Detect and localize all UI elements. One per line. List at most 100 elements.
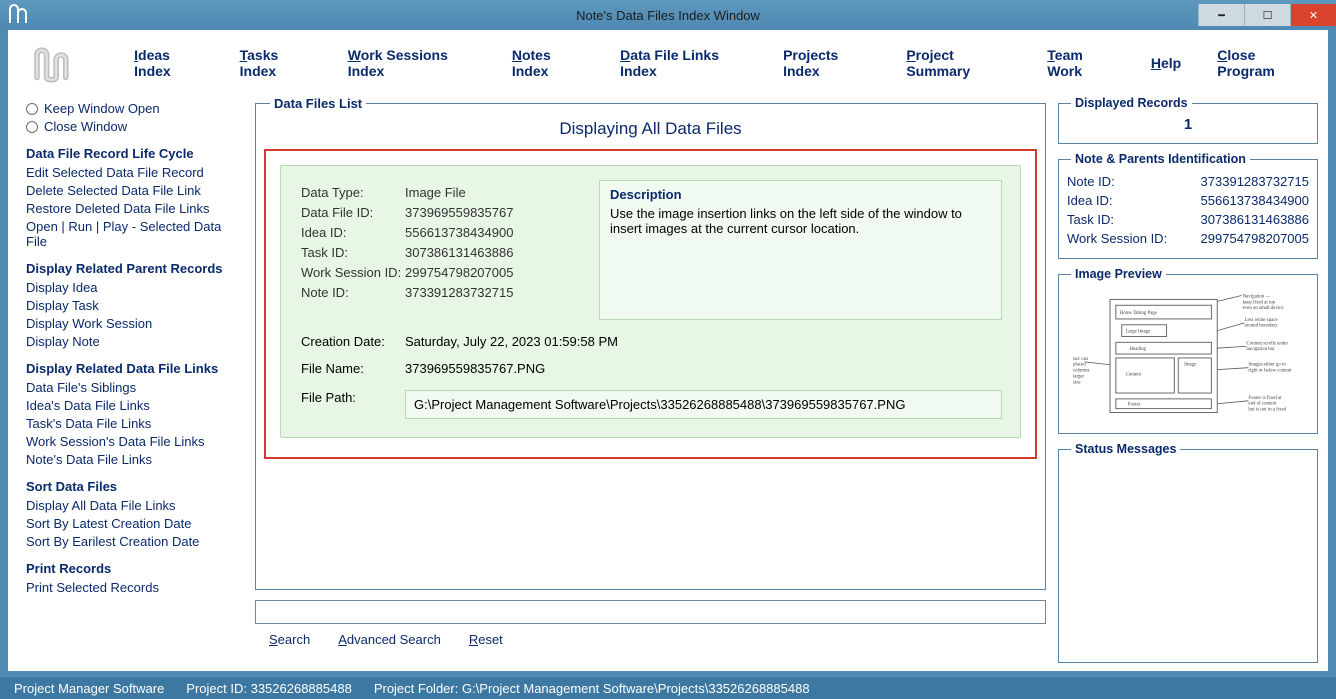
svg-text:Image: Image (1184, 363, 1196, 368)
sidebar-heading-related-links: Display Related Data File Links (26, 361, 239, 376)
svg-text:Footer: Footer (1128, 403, 1141, 408)
menu-team-work[interactable]: Team Work (1047, 47, 1115, 79)
main-menu: Ideas Index Tasks Index Work Sessions In… (8, 30, 1328, 96)
ident-ws-label: Work Session ID: (1067, 231, 1167, 246)
value-idea-id: 556613738434900 (405, 225, 513, 240)
image-preview: Navigation —keep fixed at topeven on sma… (1067, 285, 1309, 425)
menu-ideas-index[interactable]: Ideas Index (134, 47, 204, 79)
radio-keep-window-open[interactable]: Keep Window Open (26, 101, 239, 116)
description-text: Use the image insertion links on the lef… (610, 206, 991, 236)
link-open-run-play[interactable]: Open | Run | Play - Selected Data File (26, 219, 239, 249)
svg-text:Footer is fixed at: Footer is fixed at (1248, 396, 1282, 401)
search-link[interactable]: Search (269, 632, 310, 647)
status-app-name: Project Manager Software (14, 681, 164, 696)
selected-record-highlight: Data Type:Image File Data File ID:373969… (264, 149, 1037, 459)
link-notes-links[interactable]: Note's Data File Links (26, 452, 239, 467)
link-sort-latest[interactable]: Sort By Latest Creation Date (26, 516, 239, 531)
menu-tasks-index[interactable]: Tasks Index (240, 47, 312, 79)
svg-text:Large Image: Large Image (1126, 330, 1151, 335)
ident-idea-label: Idea ID: (1067, 193, 1113, 208)
ident-note-label: Note ID: (1067, 174, 1115, 189)
svg-text:even on small device: even on small device (1243, 306, 1284, 311)
data-file-record[interactable]: Data Type:Image File Data File ID:373969… (280, 165, 1021, 438)
status-bar: Project Manager Software Project ID: 335… (0, 677, 1336, 699)
value-data-file-id: 373969559835767 (405, 205, 513, 220)
maximize-button[interactable]: ☐ (1244, 4, 1290, 26)
displayed-records-fieldset: Displayed Records 1 (1058, 96, 1318, 144)
svg-text:Content: Content (1126, 372, 1142, 377)
sidebar-heading-sort: Sort Data Files (26, 479, 239, 494)
link-display-idea[interactable]: Display Idea (26, 280, 239, 295)
app-logo (28, 36, 78, 91)
svg-text:but is not in a fixed: but is not in a fixed (1248, 408, 1286, 413)
radio-icon (26, 103, 38, 115)
titlebar: Note's Data Files Index Window ━ ☐ ✕ (0, 0, 1336, 30)
link-display-all[interactable]: Display All Data File Links (26, 498, 239, 513)
identification-fieldset: Note & Parents Identification Note ID:37… (1058, 152, 1318, 259)
menu-close-program[interactable]: Close Program (1217, 47, 1308, 79)
link-restore-links[interactable]: Restore Deleted Data File Links (26, 201, 239, 216)
sidebar-heading-print: Print Records (26, 561, 239, 576)
svg-text:keep fixed at top: keep fixed at top (1243, 300, 1276, 305)
description-heading: Description (610, 187, 991, 202)
status-messages-legend: Status Messages (1071, 442, 1180, 456)
ident-idea-value: 556613738434900 (1201, 193, 1309, 208)
right-panel: Displayed Records 1 Note & Parents Ident… (1058, 96, 1318, 663)
svg-text:Less white space: Less white space (1245, 318, 1278, 323)
svg-text:Home Tabing Page: Home Tabing Page (1120, 311, 1157, 316)
svg-text:placed: placed (1073, 363, 1086, 368)
svg-text:Images either go to: Images either go to (1248, 363, 1286, 368)
link-ideas-links[interactable]: Idea's Data File Links (26, 398, 239, 413)
menu-notes-index[interactable]: Notes Index (512, 47, 584, 79)
menu-work-sessions-index[interactable]: Work Sessions Index (348, 47, 476, 79)
ident-task-label: Task ID: (1067, 212, 1114, 227)
menu-help[interactable]: Help (1151, 55, 1181, 71)
status-messages-fieldset: Status Messages (1058, 442, 1318, 663)
advanced-search-link[interactable]: Advanced Search (338, 632, 441, 647)
svg-text:columns: columns (1073, 369, 1090, 374)
search-input[interactable] (255, 600, 1046, 624)
data-files-list-fieldset: Data Files List Displaying All Data File… (255, 96, 1046, 590)
window-title: Note's Data Files Index Window (0, 8, 1336, 23)
radio-close-window[interactable]: Close Window (26, 119, 239, 134)
link-display-task[interactable]: Display Task (26, 298, 239, 313)
link-display-note[interactable]: Display Note (26, 334, 239, 349)
svg-text:Heading: Heading (1130, 347, 1147, 352)
link-sort-earliest[interactable]: Sort By Earilest Creation Date (26, 534, 239, 549)
svg-text:nav can: nav can (1073, 357, 1089, 362)
image-preview-fieldset: Image Preview (1058, 267, 1318, 434)
menu-project-summary[interactable]: Project Summary (906, 47, 1011, 79)
image-preview-legend: Image Preview (1071, 267, 1166, 281)
menu-data-file-links-index[interactable]: Data File Links Index (620, 47, 747, 79)
displayed-records-legend: Displayed Records (1071, 96, 1192, 110)
radio-icon (26, 121, 38, 133)
label-task-id: Task ID: (301, 245, 405, 260)
sidebar-heading-lifecycle: Data File Record Life Cycle (26, 146, 239, 161)
svg-text:navigation bar: navigation bar (1247, 347, 1275, 352)
value-task-id: 307386131463886 (405, 245, 513, 260)
link-print-selected[interactable]: Print Selected Records (26, 580, 239, 595)
label-ws-id: Work Session ID: (301, 265, 405, 280)
svg-text:larger: larger (1073, 374, 1085, 379)
list-title: Displaying All Data Files (264, 119, 1037, 139)
label-idea-id: Idea ID: (301, 225, 405, 240)
close-button[interactable]: ✕ (1290, 4, 1336, 26)
minimize-button[interactable]: ━ (1198, 4, 1244, 26)
link-siblings[interactable]: Data File's Siblings (26, 380, 239, 395)
link-delete-link[interactable]: Delete Selected Data File Link (26, 183, 239, 198)
value-creation-date: Saturday, July 22, 2023 01:59:58 PM (405, 334, 618, 349)
link-tasks-links[interactable]: Task's Data File Links (26, 416, 239, 431)
link-ws-links[interactable]: Work Session's Data File Links (26, 434, 239, 449)
label-data-file-id: Data File ID: (301, 205, 405, 220)
label-creation-date: Creation Date: (301, 334, 405, 349)
reset-link[interactable]: Reset (469, 632, 503, 647)
search-controls: Search Advanced Search Reset (269, 632, 503, 647)
link-edit-record[interactable]: Edit Selected Data File Record (26, 165, 239, 180)
record-fields: Data Type:Image File Data File ID:373969… (301, 180, 581, 328)
link-display-work-session[interactable]: Display Work Session (26, 316, 239, 331)
label-note-id: Note ID: (301, 285, 405, 300)
status-project-folder: Project Folder: G:\Project Management So… (374, 681, 810, 696)
status-project-id: Project ID: 33526268885488 (186, 681, 352, 696)
menu-projects-index[interactable]: Projects Index (783, 47, 870, 79)
label-file-path: File Path: (301, 390, 405, 419)
